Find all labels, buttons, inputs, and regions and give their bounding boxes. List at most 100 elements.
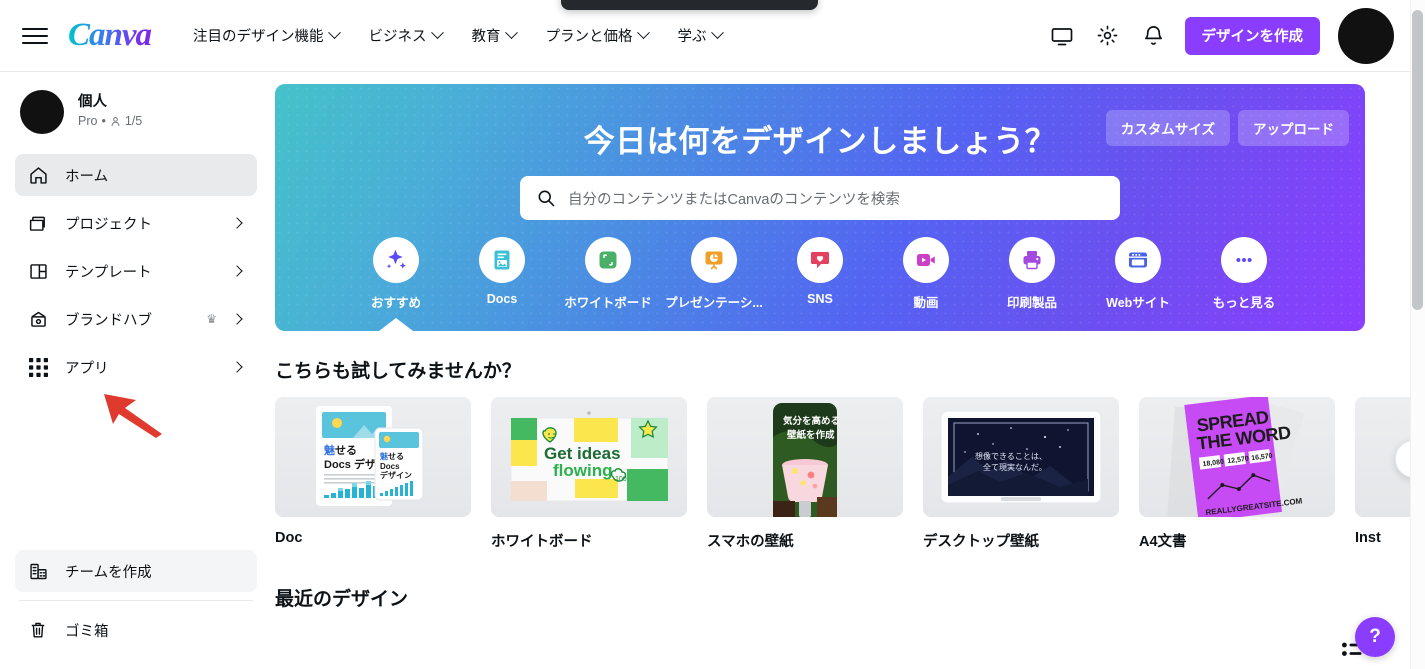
nav-label: プランと価格 [545, 29, 633, 45]
card-label: スマホの壁紙 [707, 534, 794, 550]
more-dots-icon [1221, 237, 1267, 283]
card-label: Inst [1355, 530, 1381, 546]
chevron-right-icon [231, 313, 243, 325]
sidebar-bottom-nav: チームを作成 ゴミ箱 [0, 550, 272, 657]
list-item[interactable]: 想像できることは、 全て現実なんだ。 デスクトップ壁紙 [923, 397, 1119, 551]
chevron-right-icon [231, 361, 243, 373]
top-tooltip [561, 0, 818, 10]
upload-button[interactable]: アップロード [1238, 110, 1349, 146]
category-video[interactable]: 動画 [873, 237, 979, 311]
main-nav: 注目のデザイン機能 ビジネス 教育 プランと価格 学ぶ [193, 25, 724, 46]
sidebar-item-apps[interactable]: アプリ [15, 346, 257, 388]
category-label: 印刷製品 [1006, 296, 1057, 310]
scrollbar-thumb[interactable] [1412, 10, 1423, 310]
svg-text:魅: 魅 [324, 443, 335, 457]
card-thumbnail-a4-document: SPREAD THE WORD 18,080 12,570 16,570 REA… [1139, 397, 1335, 517]
list-item[interactable]: 気分を高める 壁紙を作成 スマホの壁紙 [707, 397, 903, 551]
sidebar-item-label: アプリ [65, 360, 109, 377]
hero-banner: 今日は何をデザインしましょう？ カスタムサイズ アップロード 自分のコンテンツま… [275, 84, 1365, 331]
custom-size-button[interactable]: カスタムサイズ [1105, 110, 1230, 146]
hamburger-icon[interactable] [22, 23, 48, 49]
svg-text:全て現実なんだ。: 全て現実なんだ。 [983, 462, 1047, 472]
category-recommended[interactable]: おすすめ [343, 237, 449, 311]
chevron-right-icon [231, 217, 243, 229]
profile-plan-info: Pro • 1/5 [78, 113, 142, 131]
svg-text:壁紙を作成: 壁紙を作成 [787, 429, 835, 441]
sidebar-item-brand-hub[interactable]: ブランドハブ ♛ [15, 298, 257, 340]
canva-logo[interactable]: Canva [68, 19, 155, 52]
nav-item-featured[interactable]: 注目のデザイン機能 [193, 25, 341, 46]
card-thumbnail-doc: 魅 せる Docs デザイン 魅 せる Docs デザイン [275, 397, 471, 517]
card-label: ホワイトボード [491, 534, 593, 550]
category-label: プレゼンテーシ... [665, 296, 763, 310]
team-icon [27, 560, 49, 582]
category-whiteboard[interactable]: ホワイトボード [555, 237, 661, 311]
sidebar-divider [19, 600, 253, 601]
sparkles-icon [373, 237, 419, 283]
main-content: 今日は何をデザインしましょう？ カスタムサイズ アップロード 自分のコンテンツま… [272, 72, 1410, 669]
bell-icon[interactable] [1139, 21, 1169, 51]
video-icon [903, 237, 949, 283]
category-sns[interactable]: SNS [767, 237, 873, 311]
sidebar-item-label: プロジェクト [65, 216, 152, 233]
apps-grid-icon [27, 356, 49, 378]
sidebar-item-projects[interactable]: プロジェクト [15, 202, 257, 244]
nav-label: 注目のデザイン機能 [193, 29, 324, 45]
header-actions: デザインを作成 [1047, 7, 1411, 64]
search-bar[interactable]: 自分のコンテンツまたはCanvaのコンテンツを検索 [520, 176, 1120, 220]
category-label: おすすめ [370, 296, 421, 310]
svg-text:気分を高める: 気分を高める [783, 415, 840, 427]
top-header: Canva 注目のデザイン機能 ビジネス 教育 プランと価格 学ぶ デザインを作… [0, 0, 1410, 72]
sidebar-item-label: チームを作成 [65, 564, 152, 581]
category-docs[interactable]: Docs [449, 237, 555, 311]
category-label: Docs [486, 292, 518, 306]
nav-item-education[interactable]: 教育 [471, 25, 518, 46]
gear-icon[interactable] [1093, 21, 1123, 51]
category-print[interactable]: 印刷製品 [979, 237, 1085, 311]
nav-label: 教育 [471, 29, 501, 45]
chevron-down-icon [327, 26, 341, 40]
category-website[interactable]: Webサイト [1085, 237, 1191, 311]
sidebar-item-label: テンプレート [65, 264, 152, 281]
category-more[interactable]: もっと見る [1191, 237, 1297, 311]
canva-home-page: Canva 注目のデザイン機能 ビジネス 教育 プランと価格 学ぶ デザインを作… [0, 0, 1425, 669]
card-label: A4文書 [1139, 534, 1187, 550]
person-icon [111, 117, 120, 127]
sidebar-item-home[interactable]: ホーム [15, 154, 257, 196]
avatar [20, 90, 64, 134]
folder-icon [27, 212, 49, 234]
list-item[interactable]: Get ideas flowing 100 ホワイトボード [491, 397, 687, 551]
category-label: 動画 [913, 296, 939, 310]
brand-icon [27, 308, 49, 330]
category-label: Webサイト [1106, 296, 1170, 310]
sidebar-item-trash[interactable]: ゴミ箱 [15, 609, 257, 651]
category-label: SNS [807, 292, 833, 306]
category-presentation[interactable]: プレゼンテーシ... [661, 237, 767, 311]
monitor-icon[interactable] [1047, 21, 1077, 51]
card-label: Doc [275, 530, 303, 546]
list-item[interactable]: 魅 せる Docs デザイン 魅 せる Docs デザイン Doc [275, 397, 471, 551]
try-card-list: 魅 せる Docs デザイン 魅 せる Docs デザイン Doc Get id… [275, 397, 1410, 551]
sidebar-item-create-team[interactable]: チームを作成 [15, 550, 257, 592]
nav-item-pricing[interactable]: プランと価格 [545, 25, 650, 46]
list-item[interactable]: SPREAD THE WORD 18,080 12,570 16,570 REA… [1139, 397, 1335, 551]
user-avatar[interactable] [1338, 7, 1394, 64]
page-scrollbar[interactable] [1410, 0, 1425, 669]
nav-item-learn[interactable]: 学ぶ [677, 25, 724, 46]
category-label: ホワイトボード [564, 296, 652, 310]
category-row: おすすめ Docs ホワイトボード プレゼンテーシ... SNS 動画 印刷製品… [275, 237, 1365, 311]
search-input[interactable]: 自分のコンテンツまたはCanvaのコンテンツを検索 [568, 188, 900, 209]
active-category-notch [379, 318, 413, 331]
help-button[interactable]: ? [1355, 617, 1395, 657]
whiteboard-icon [585, 237, 631, 283]
sidebar-item-templates[interactable]: テンプレート [15, 250, 257, 292]
create-design-button[interactable]: デザインを作成 [1184, 16, 1320, 55]
sidebar-profile[interactable]: 個人 Pro • 1/5 [0, 90, 272, 154]
plan-label: Pro [78, 114, 98, 129]
profile-name: 個人 [78, 94, 107, 111]
nav-item-business[interactable]: ビジネス [369, 25, 444, 46]
nav-label: 学ぶ [677, 29, 707, 45]
svg-text:せる: せる [388, 452, 404, 461]
template-icon [27, 260, 49, 282]
chevron-down-icon [430, 26, 444, 40]
